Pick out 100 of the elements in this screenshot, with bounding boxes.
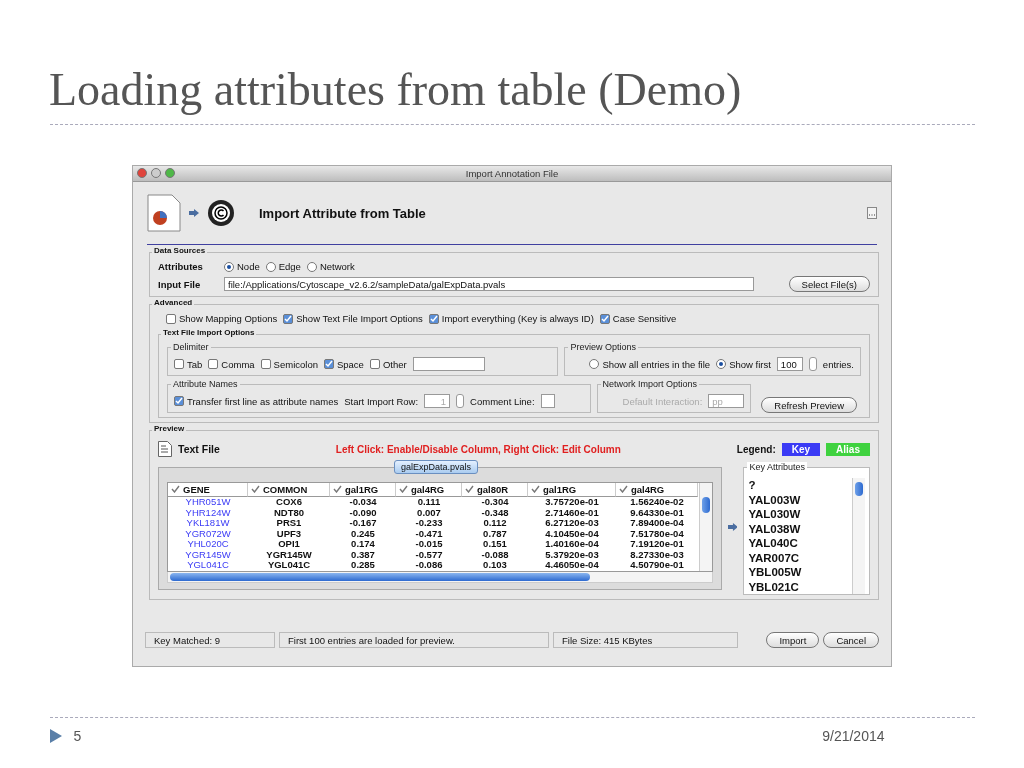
checkbox[interactable] xyxy=(599,313,610,324)
list-item[interactable]: YAR007C xyxy=(748,550,850,565)
table-cell-text: -0.034 xyxy=(348,497,378,508)
checkbox[interactable] xyxy=(174,359,184,369)
radio-button[interactable] xyxy=(306,261,317,272)
refresh-preview-button[interactable]: Refresh Preview xyxy=(761,397,857,413)
table-cell-text: 0.174 xyxy=(350,539,376,550)
count-field[interactable]: 100 xyxy=(776,357,803,371)
checkbox[interactable] xyxy=(323,359,334,369)
group-label: Attribute Names xyxy=(171,379,240,389)
table-cell-text: -0.086 xyxy=(414,560,444,571)
select-files-button[interactable]: Select File(s) xyxy=(788,276,870,292)
header-title: Import Attribute from Table xyxy=(259,205,427,221)
zoom-icon[interactable] xyxy=(165,168,175,178)
table-cell-text: 0.111 xyxy=(416,497,442,508)
column-header[interactable]: GENE xyxy=(168,483,248,497)
dialog-button[interactable]: Import xyxy=(766,632,820,648)
checkbox[interactable] xyxy=(428,313,439,324)
group-label: Preview Options xyxy=(568,342,638,352)
slide-date: 9/21/2014 xyxy=(822,728,885,744)
minimize-icon[interactable] xyxy=(151,168,161,178)
table-cell-text: 5.37920e-03 xyxy=(544,549,600,560)
table-cell-text: -0.090 xyxy=(348,507,378,518)
list-item[interactable]: YBL021C xyxy=(748,579,850,594)
radio-button[interactable] xyxy=(265,261,276,272)
checkbox-option[interactable]: Transfer first line as attribute names xyxy=(174,395,339,407)
checkbox[interactable] xyxy=(283,313,294,324)
stepper-icon[interactable] xyxy=(808,357,817,371)
checkbox-option[interactable]: Show Mapping Options xyxy=(166,313,278,324)
more-icon[interactable] xyxy=(867,207,877,219)
list-item[interactable]: YAL030W xyxy=(748,507,850,522)
close-icon[interactable] xyxy=(137,168,147,178)
triangle-icon xyxy=(49,729,62,743)
list-item[interactable]: YAL038W xyxy=(748,521,850,536)
list-item[interactable]: YAL003W xyxy=(748,492,850,507)
table-cell-text: 2.71460e-01 xyxy=(544,507,600,518)
status-cell: Key Matched: 9 xyxy=(145,632,275,648)
checkbox-option[interactable]: Comma xyxy=(208,358,255,370)
radio-option[interactable]: Show first xyxy=(716,358,771,370)
table-cell-text: -0.471 xyxy=(414,528,444,539)
column-header[interactable]: gal4RG xyxy=(616,483,698,497)
radio-button[interactable] xyxy=(589,359,600,369)
vertical-scrollbar[interactable] xyxy=(698,483,712,571)
stepper-icon[interactable] xyxy=(456,394,465,408)
checkbox[interactable] xyxy=(208,359,219,369)
table-cell-text: UPF3 xyxy=(275,528,303,539)
field-label: Comment Line: xyxy=(470,395,535,407)
input-field[interactable] xyxy=(412,357,485,371)
check-icon xyxy=(399,485,408,493)
checkbox[interactable] xyxy=(260,359,271,369)
table-cell-text: YKL181W xyxy=(185,518,231,529)
list-item[interactable]: YBL005W xyxy=(748,565,850,580)
dialog-button[interactable]: Cancel xyxy=(823,632,879,648)
checkbox-option[interactable]: Space xyxy=(323,358,364,370)
vertical-scrollbar[interactable] xyxy=(852,478,865,594)
checkbox-option[interactable]: Import everything (Key is always ID) xyxy=(428,313,594,324)
column-header[interactable]: COMMON xyxy=(248,483,330,497)
table-cell-text: 0.112 xyxy=(482,518,508,529)
checkbox[interactable] xyxy=(166,313,176,324)
file-type-label: Text File xyxy=(178,443,220,455)
list-item[interactable]: YAL040C xyxy=(748,536,850,551)
table-cell-text: 3.75720e-01 xyxy=(544,497,600,508)
checkbox[interactable] xyxy=(369,359,380,369)
disc-icon xyxy=(207,199,235,227)
column-header[interactable]: gal80R xyxy=(462,483,528,497)
checkbox-option[interactable]: Show Text File Import Options xyxy=(283,313,423,324)
table-cell-text: 9.64330e-01 xyxy=(629,507,685,518)
table-cell-text: -0.233 xyxy=(414,518,444,529)
column-header[interactable]: gal1RG xyxy=(330,483,396,497)
checkbox[interactable] xyxy=(174,396,184,406)
table-cell-text: YGR145W xyxy=(184,549,232,560)
group-label: Advanced xyxy=(152,298,195,307)
table-cell-text: 7.51780e-04 xyxy=(629,528,685,539)
checkbox-option[interactable]: Semicolon xyxy=(260,358,318,370)
status-cell: First 100 entries are loaded for preview. xyxy=(279,632,549,648)
table-cell-text: 4.10450e-04 xyxy=(544,528,600,539)
radio-option[interactable]: Network xyxy=(306,261,355,272)
radio-option[interactable]: Node xyxy=(224,261,260,272)
column-header[interactable]: gal4RG xyxy=(396,483,462,497)
page-number: 5 xyxy=(73,728,83,744)
input-field[interactable] xyxy=(540,394,555,408)
checkbox-option[interactable]: Other xyxy=(369,358,407,370)
column-header[interactable]: gal1RG xyxy=(528,483,616,497)
table-cell-text: -0.577 xyxy=(414,549,444,560)
input-field[interactable]: file:/Applications/Cytoscape_v2.6.2/sampleData/galExpData.pvals xyxy=(224,277,754,291)
radio-option[interactable]: Edge xyxy=(265,261,301,272)
status-cell: File Size: 415 KBytes xyxy=(553,632,738,648)
radio-button[interactable] xyxy=(716,359,727,369)
arrow-icon xyxy=(189,209,199,217)
checkbox-option[interactable]: Case Sensitive xyxy=(599,313,677,324)
table-cell-text: -0.015 xyxy=(414,539,444,550)
radio-option[interactable]: Show all entries in the file xyxy=(589,358,711,370)
table-cell-text: YGR072W xyxy=(184,528,232,539)
file-tab[interactable]: galExpData.pvals xyxy=(394,460,479,474)
horizontal-scrollbar[interactable] xyxy=(167,571,713,583)
radio-button[interactable] xyxy=(224,261,234,272)
checkbox-option[interactable]: Tab xyxy=(174,358,203,370)
table-cell-text: 0.285 xyxy=(350,560,376,571)
list-item[interactable]: ? xyxy=(748,478,850,493)
table-cell-text: 1.40160e-04 xyxy=(544,539,600,550)
